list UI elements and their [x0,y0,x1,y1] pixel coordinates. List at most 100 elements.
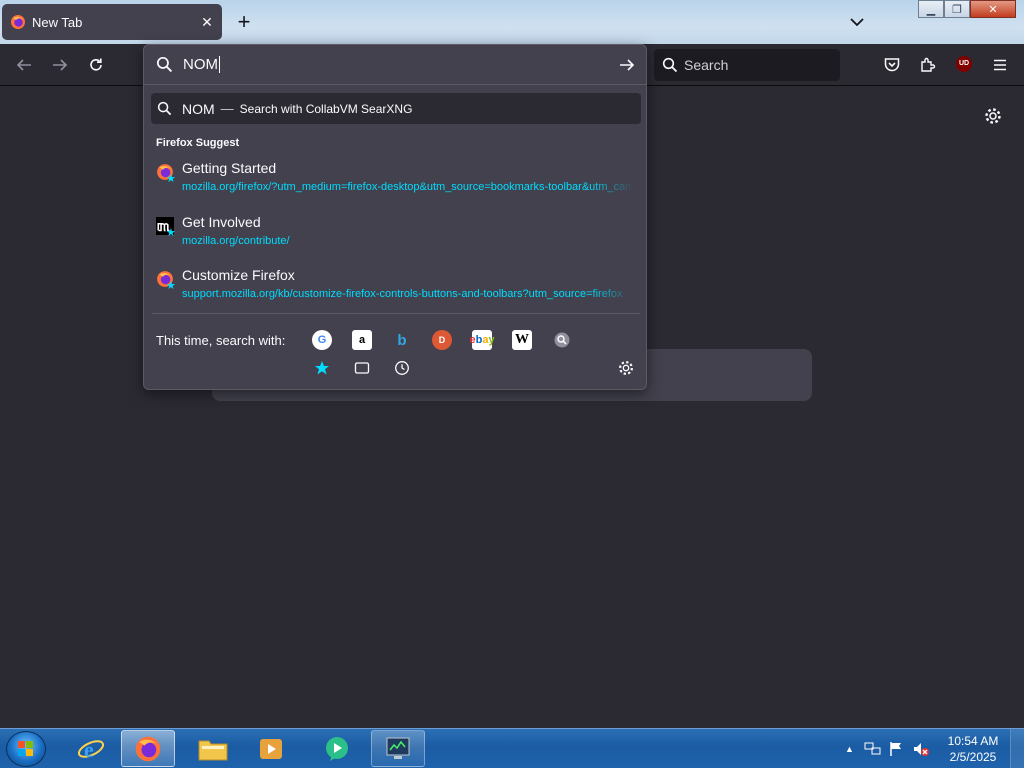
google-engine-button[interactable]: G [312,330,332,350]
popup-divider [152,313,640,314]
tray-expand-icon[interactable]: ▲ [845,744,854,754]
svg-text:e: e [84,737,94,762]
taskbar-file-explorer[interactable] [186,730,240,767]
reload-button[interactable] [84,53,108,77]
list-all-tabs-button[interactable] [846,12,868,32]
ebay-engine-button[interactable]: ebay [469,330,495,350]
wikipedia-icon: W [515,332,529,347]
internet-explorer-icon: e [77,737,105,762]
new-tab-button[interactable]: + [232,10,256,34]
heuristic-action: Search with CollabVM SearXNG [239,101,413,116]
wikipedia-engine-button[interactable]: W [512,330,532,350]
tab-close-icon[interactable]: ✕ [200,15,214,29]
clock-time: 10:54 AM [947,734,999,748]
system-clock[interactable]: 10:54 AM 2/5/2025 [944,733,1002,765]
heuristic-search-result[interactable]: NOM — Search with CollabVM SearXNG [151,93,641,124]
ebay-icon: ebay [469,334,495,346]
pocket-icon [884,58,900,72]
puzzle-icon [921,57,936,72]
firefox-suggest-label: Firefox Suggest [156,137,240,149]
clock-icon [395,361,409,375]
app-menu-button[interactable] [988,53,1012,77]
taskbar-messenger[interactable] [310,730,364,767]
folder-icon [198,740,228,760]
search-bar-placeholder: Search [684,57,729,73]
back-button[interactable] [12,53,36,77]
tab-icon [354,362,370,374]
arrow-right-icon [53,59,68,71]
suggestion-title: Customize Firefox [182,267,295,283]
network-icon[interactable] [864,741,882,757]
search-settings-button[interactable] [616,358,636,378]
google-icon: G [317,334,327,346]
urlbar-value: NOM [183,55,220,74]
tab-strip: New Tab ✕ + ▁ ❐ ✕ [0,0,1024,44]
suggestion-row[interactable]: ★ Getting Started mozilla.org/firefox/?u… [154,159,634,203]
heuristic-query: NOM [182,100,215,117]
suggestion-row[interactable]: ★ Customize Firefox support.mozilla.org/… [154,266,634,310]
extensions-button[interactable] [916,53,940,77]
bookmark-star-icon: ★ [166,280,176,292]
suggestion-title: Getting Started [182,160,277,176]
close-window-button[interactable]: ✕ [970,0,1016,18]
searxng-engine-button[interactable] [552,330,572,350]
taskbar-firefox[interactable] [121,730,175,767]
minimize-button[interactable]: ▁ [918,0,944,18]
suggestion-row[interactable]: ★ Get Involved mozilla.org/contribute/ [154,213,634,257]
go-button[interactable] [618,56,636,79]
ntp-settings-button[interactable] [983,106,1003,126]
monitor-icon [386,737,410,759]
action-center-flag-icon[interactable] [888,741,904,757]
media-player-icon [260,738,282,759]
gear-icon [619,361,633,375]
pocket-button[interactable] [880,53,904,77]
bookmark-star-icon: ★ [166,173,176,185]
bing-icon: b [397,331,407,349]
windows-logo-icon [18,741,33,756]
oneoff-search-label: This time, search with: [156,333,286,348]
taskbar-media-player[interactable] [244,730,298,767]
volume-muted-icon[interactable] [912,741,930,757]
duckduckgo-icon: D [438,335,446,345]
amazon-engine-button[interactable]: a [352,330,372,350]
tabs-search-button[interactable] [352,358,372,378]
gear-icon [985,108,1001,124]
firefox-icon [11,15,25,29]
search-icon [157,101,172,116]
heuristic-separator: — [220,101,234,116]
window-controls: ▁ ❐ ✕ [918,0,1018,18]
taskbar-internet-explorer[interactable]: e [64,730,118,767]
suggestion-title: Get Involved [182,214,261,230]
urlbar-input[interactable]: NOM [144,45,646,85]
search-bar[interactable]: Search [654,49,840,81]
bookmarks-search-button[interactable] [312,358,332,378]
arrow-left-icon [16,59,31,71]
suggestion-url: mozilla.org/contribute/ [182,235,290,247]
star-icon [315,361,329,375]
suggestion-url: support.mozilla.org/kb/customize-firefox… [182,288,623,300]
bookmark-star-icon: ★ [166,227,176,239]
show-desktop-button[interactable] [1010,729,1024,768]
duckduckgo-engine-button[interactable]: D [432,330,452,350]
searxng-icon [554,332,570,348]
amazon-icon: a [358,334,366,346]
bing-engine-button[interactable]: b [392,330,412,350]
search-icon [156,56,173,73]
clock-date: 2/5/2025 [949,750,997,764]
urlbar-popup: NOM NOM — Search with CollabVM SearXNG F… [143,44,647,390]
firefox-icon [135,736,161,761]
chevron-down-icon [850,18,864,27]
history-search-button[interactable] [392,358,412,378]
taskbar-task-manager[interactable] [371,730,425,767]
forward-button[interactable] [48,53,72,77]
reload-icon [90,58,102,71]
start-button[interactable] [6,731,46,767]
messenger-icon [326,736,348,761]
taskbar: e ▲ 10:54 AM 2/5/2025 [0,728,1024,768]
tab-new-tab[interactable]: New Tab ✕ [2,4,222,40]
tab-title: New Tab [32,14,83,30]
search-icon [662,57,678,73]
arrow-right-icon [620,59,635,71]
maximize-button[interactable]: ❐ [944,0,970,18]
ublock-origin-icon[interactable]: UD [956,56,972,72]
